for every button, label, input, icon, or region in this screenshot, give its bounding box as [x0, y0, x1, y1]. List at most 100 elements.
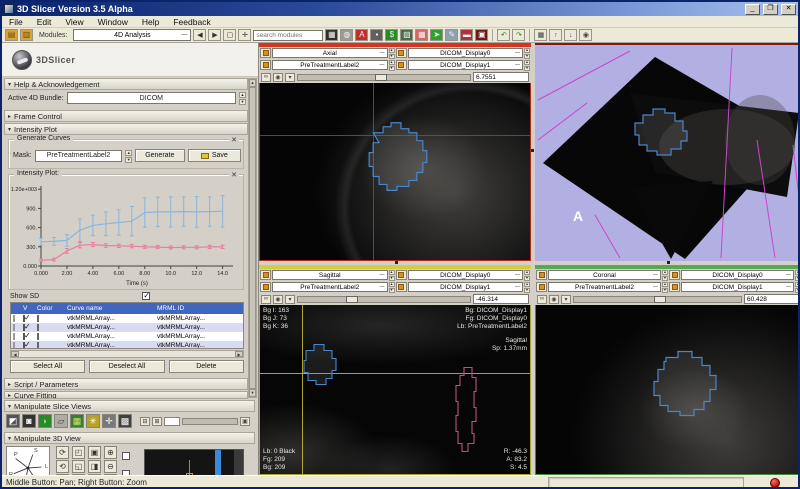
- bg-layer-icon[interactable]: [396, 282, 407, 292]
- fade-flip-icon[interactable]: ⊟: [140, 417, 150, 426]
- scroll-down-icon[interactable]: ▼: [249, 389, 256, 397]
- save-scene-icon[interactable]: ▥: [20, 29, 33, 41]
- label-spinner[interactable]: ▲▼: [389, 282, 395, 292]
- curve-color-swatch[interactable]: [37, 324, 39, 331]
- view3d-zoom-in-icon[interactable]: ⊕: [104, 446, 117, 459]
- label-combobox[interactable]: PreTreatmentLabel2—: [548, 282, 661, 292]
- fg-volume-combobox[interactable]: DICOM_Display0—: [681, 270, 794, 280]
- slice-offset-slider[interactable]: [573, 296, 742, 303]
- menu-help[interactable]: Help: [135, 17, 166, 27]
- row-selector[interactable]: [13, 315, 15, 322]
- bg-volume-combobox[interactable]: DICOM_Display1—: [408, 282, 524, 292]
- view3d-rotate-down-icon[interactable]: ⟲: [56, 460, 69, 473]
- menu-file[interactable]: File: [2, 17, 30, 27]
- active-bundle-combobox[interactable]: DICOM: [67, 92, 236, 104]
- scroll-left-icon[interactable]: ◀: [11, 351, 19, 357]
- module-shortcut-icon[interactable]: ◍: [340, 29, 353, 41]
- section-frame-control[interactable]: ▸Frame Control: [4, 110, 248, 122]
- view3d-rotate-up-icon[interactable]: ⟳: [56, 446, 69, 459]
- module-shortcut-icon[interactable]: ▪: [370, 29, 383, 41]
- link-views-icon[interactable]: ∞: [261, 295, 271, 304]
- label-spinner[interactable]: ▲▼: [389, 60, 395, 70]
- fg-layer-icon[interactable]: [396, 48, 407, 58]
- slice-offset-slider[interactable]: [297, 74, 471, 81]
- label-layer-icon[interactable]: [536, 282, 547, 292]
- menu-feedback[interactable]: Feedback: [166, 17, 217, 27]
- module-back-icon[interactable]: ◀: [193, 29, 206, 41]
- fade-slider[interactable]: [182, 418, 238, 425]
- visibility-checkbox[interactable]: [23, 342, 25, 349]
- intensity-plot-chart[interactable]: 0.000300.600.900.1.20e+0030.0002.004.006…: [11, 178, 241, 293]
- more-options-icon[interactable]: ▾: [285, 295, 295, 304]
- slice-visibility-icon[interactable]: ◉: [549, 295, 559, 304]
- fg-spinner[interactable]: ▲▼: [524, 270, 530, 280]
- bundle-spinner[interactable]: ▲▼: [239, 92, 246, 104]
- sagittal-image-canvas[interactable]: Bg I: 163Bg J: 73Bg K: 36 Bg: DICOM_Disp…: [259, 305, 531, 475]
- slider-handle[interactable]: [375, 74, 387, 81]
- scroll-right-icon[interactable]: ▶: [235, 351, 243, 357]
- axial-image-canvas[interactable]: [259, 83, 531, 261]
- viewport-menu-icon[interactable]: [260, 270, 271, 280]
- slice-offset-value[interactable]: [473, 294, 529, 304]
- generate-button[interactable]: Generate: [135, 149, 185, 162]
- fade-link-icon[interactable]: ▣: [240, 417, 250, 426]
- fg-spinner[interactable]: ▲▼: [795, 270, 800, 280]
- slice-compositing-icon[interactable]: ▦: [70, 414, 84, 428]
- slider-handle[interactable]: [654, 296, 666, 303]
- section-script-parameters[interactable]: ▸Script / Parameters: [4, 378, 248, 390]
- module-shortcut-icon[interactable]: ▦: [325, 29, 338, 41]
- slice-offset-value[interactable]: [744, 294, 800, 304]
- slice-annotation-icon[interactable]: ✳: [86, 414, 100, 428]
- row-selector[interactable]: [13, 342, 15, 349]
- module-shortcut-icon[interactable]: ▬: [460, 29, 473, 41]
- view3d-stereo-icon[interactable]: ◨: [88, 460, 101, 473]
- close-button[interactable]: ✕: [781, 4, 796, 15]
- orientation-spinner[interactable]: ▲▼: [662, 270, 668, 280]
- show-sd-checkbox[interactable]: [142, 292, 150, 300]
- curve-color-swatch[interactable]: [37, 315, 39, 322]
- section-manipulate-3d-view[interactable]: ▾Manipulate 3D View: [4, 432, 255, 444]
- label-layer-icon[interactable]: [260, 282, 271, 292]
- select-all-button[interactable]: Select All: [10, 360, 85, 373]
- more-options-icon[interactable]: ▾: [561, 295, 571, 304]
- module-shortcut-icon[interactable]: ▣: [475, 29, 488, 41]
- slice-offset-value[interactable]: [473, 72, 529, 82]
- module-shortcut-icon[interactable]: $: [385, 29, 398, 41]
- orientation-combobox[interactable]: Coronal—: [548, 270, 661, 280]
- bg-spinner[interactable]: ▲▼: [524, 282, 530, 292]
- curve-color-swatch[interactable]: [37, 333, 39, 340]
- module-shortcut-icon[interactable]: ▦: [415, 29, 428, 41]
- slice-label-opacity-icon[interactable]: ◗: [38, 414, 52, 428]
- frame-next-icon[interactable]: ↓: [564, 29, 577, 41]
- viewport-menu-icon[interactable]: [260, 48, 271, 58]
- row-selector[interactable]: [13, 333, 15, 340]
- module-forward-icon[interactable]: ▶: [208, 29, 221, 41]
- maximize-button[interactable]: ❐: [763, 4, 778, 15]
- fg-spinner[interactable]: ▲▼: [524, 48, 530, 58]
- menu-window[interactable]: Window: [91, 17, 135, 27]
- error-log-icon[interactable]: [770, 478, 780, 488]
- label-combobox[interactable]: PreTreatmentLabel2—: [272, 60, 388, 70]
- frame-previous-icon[interactable]: ↑: [549, 29, 562, 41]
- delete-button[interactable]: Delete: [169, 360, 244, 373]
- label-combobox[interactable]: PreTreatmentLabel2—: [272, 282, 388, 292]
- slice-offset-slider[interactable]: [297, 296, 471, 303]
- spin-down-icon[interactable]: ▼: [125, 157, 132, 163]
- row-selector[interactable]: [13, 324, 15, 331]
- module-shortcut-icon[interactable]: ▧: [400, 29, 413, 41]
- table-horizontal-scrollbar[interactable]: ◀▶: [10, 350, 244, 358]
- spin-down-icon[interactable]: ▼: [239, 99, 246, 105]
- slice-outline-icon[interactable]: ▱: [54, 414, 68, 428]
- threed-canvas[interactable]: A: [535, 43, 800, 261]
- coronal-image-canvas[interactable]: [535, 305, 800, 475]
- mask-combobox[interactable]: PreTreatmentLabel2: [35, 150, 123, 162]
- orientation-spinner[interactable]: ▲▼: [389, 48, 395, 58]
- record-icon[interactable]: ◉: [579, 29, 592, 41]
- spin-up-icon[interactable]: ▲: [125, 150, 132, 156]
- fg-volume-combobox[interactable]: DICOM_Display0—: [408, 270, 524, 280]
- table-row[interactable]: vtkMRMLArray... vtkMRMLArray...: [11, 341, 243, 349]
- redo-icon[interactable]: ↷: [512, 29, 525, 41]
- fg-layer-icon[interactable]: [669, 270, 680, 280]
- view3d-ortho-icon[interactable]: ◱: [72, 460, 85, 473]
- link-views-icon[interactable]: ∞: [261, 73, 271, 82]
